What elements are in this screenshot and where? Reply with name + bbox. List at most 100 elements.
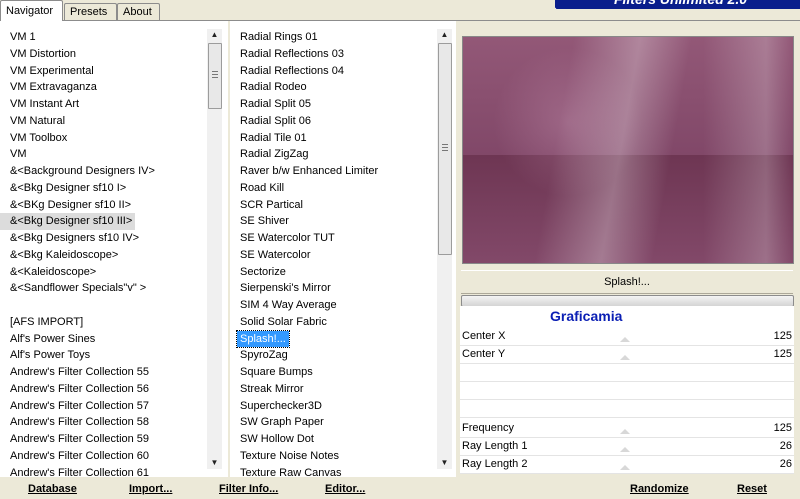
list-item[interactable]: Radial Rodeo [230, 79, 436, 96]
list-item[interactable]: VM Distortion [0, 46, 208, 63]
list-item[interactable]: Alf's Power Sines [0, 331, 208, 348]
list-item[interactable]: VM Instant Art [0, 96, 208, 113]
param-row [460, 399, 794, 418]
list-item[interactable]: Radial Reflections 03 [230, 46, 436, 63]
param-row[interactable]: Center X 125 [460, 327, 794, 346]
list-item[interactable]: Andrew's Filter Collection 56 [0, 381, 208, 398]
param-value: 125 [773, 330, 792, 342]
category-panel: VM 1 VM Distortion VM Experimental VM Extra… [0, 21, 228, 477]
list-item[interactable]: SIM 4 Way Average [230, 297, 436, 314]
list-item[interactable]: VM Experimental [0, 63, 208, 80]
scroll-up-icon[interactable]: ▲ [207, 29, 222, 41]
list-item[interactable]: &<Kaleidoscope> [0, 264, 208, 281]
tab-navigator[interactable]: Navigator [0, 0, 63, 21]
param-value: 125 [773, 348, 792, 360]
category-list[interactable]: VM 1 VM Distortion VM Experimental VM Extra… [0, 29, 208, 477]
list-item-selected[interactable]: &<Bkg Designer sf10 III> [0, 213, 136, 230]
list-item[interactable]: Andrew's Filter Collection 55 [0, 364, 208, 381]
list-item[interactable]: Road Kill [230, 180, 436, 197]
tab-presets[interactable]: Presets [64, 3, 117, 20]
list-item[interactable]: &<Background Designers IV> [0, 163, 208, 180]
list-item[interactable]: &<Bkg Kaleidoscope> [0, 247, 208, 264]
list-item[interactable]: VM [0, 146, 208, 163]
param-value: 26 [779, 458, 792, 470]
scroll-up-icon[interactable]: ▲ [437, 29, 452, 41]
list-item[interactable]: SCR Partical [230, 197, 436, 214]
param-row[interactable]: Frequency 125 [460, 419, 794, 438]
list-item[interactable]: Andrew's Filter Collection 60 [0, 448, 208, 465]
reset-button[interactable]: Reset [737, 483, 767, 495]
list-item[interactable]: Sierpenski's Mirror [230, 280, 436, 297]
list-item[interactable]: Radial Split 06 [230, 113, 436, 130]
param-row[interactable]: Ray Length 2 26 [460, 455, 794, 474]
list-item[interactable]: Alf's Power Toys [0, 347, 208, 364]
list-item[interactable]: VM Natural [0, 113, 208, 130]
list-item[interactable]: Radial Tile 01 [230, 130, 436, 147]
param-value: 26 [779, 440, 792, 452]
list-item[interactable] [0, 297, 208, 314]
list-item[interactable]: Solid Solar Fabric [230, 314, 436, 331]
list-item[interactable]: SE Watercolor TUT [230, 230, 436, 247]
list-item[interactable]: SW Hollow Dot [230, 431, 436, 448]
list-item[interactable]: Texture Raw Canvas [230, 465, 436, 478]
list-item[interactable]: Superchecker3D [230, 398, 436, 415]
list-item[interactable]: Texture Noise Notes [230, 448, 436, 465]
list-item[interactable]: Radial ZigZag [230, 146, 436, 163]
list-item[interactable]: [AFS IMPORT] [0, 314, 208, 331]
list-item[interactable]: Andrew's Filter Collection 57 [0, 398, 208, 415]
list-item[interactable]: Andrew's Filter Collection 58 [0, 414, 208, 431]
filter-info-button[interactable]: Filter Info... [219, 483, 278, 495]
param-label: Center X [462, 330, 506, 342]
author-logo: Graficamia [550, 308, 623, 324]
scroll-down-icon[interactable]: ▼ [207, 457, 222, 469]
param-label: Center Y [462, 348, 506, 360]
list-item[interactable]: VM 1 [0, 29, 208, 46]
list-item[interactable]: Radial Reflections 04 [230, 63, 436, 80]
preview-image[interactable] [462, 36, 794, 264]
slider-thumb-icon[interactable] [620, 447, 630, 452]
editor-button[interactable]: Editor... [325, 483, 365, 495]
slider-thumb-icon[interactable] [620, 337, 630, 342]
list-item[interactable]: Radial Rings 01 [230, 29, 436, 46]
import-button[interactable]: Import... [129, 483, 172, 495]
list-item[interactable]: Raver b/w Enhanced Limiter [230, 163, 436, 180]
list-item[interactable]: Andrew's Filter Collection 59 [0, 431, 208, 448]
filter-scrollbar[interactable]: ▲ ▼ [437, 29, 452, 469]
list-item[interactable]: SW Graph Paper [230, 414, 436, 431]
randomize-button[interactable]: Randomize [630, 483, 689, 495]
param-row [460, 381, 794, 400]
filter-list[interactable]: Radial Rings 01 Radial Reflections 03 Radi… [230, 29, 436, 477]
brand-title: Filters Unlimited 2.0 [555, 0, 800, 9]
list-item[interactable]: &<Bkg Designer sf10 I> [0, 180, 208, 197]
scroll-thumb[interactable] [208, 43, 222, 109]
list-item[interactable]: Sectorize [230, 264, 436, 281]
list-item[interactable]: SE Shiver [230, 213, 436, 230]
list-item[interactable]: VM Extravaganza [0, 79, 208, 96]
list-item[interactable]: VM Toolbox [0, 130, 208, 147]
current-filter-label: Splash!... [461, 270, 793, 294]
slider-thumb-icon[interactable] [620, 429, 630, 434]
list-item[interactable]: SE Watercolor [230, 247, 436, 264]
list-item[interactable]: Square Bumps [230, 364, 436, 381]
bottom-toolbar: Database Import... Filter Info... Editor… [0, 477, 800, 499]
param-row[interactable]: Ray Length 1 26 [460, 437, 794, 456]
list-item[interactable]: SpyroZag [230, 347, 436, 364]
list-item[interactable]: Streak Mirror [230, 381, 436, 398]
database-button[interactable]: Database [28, 483, 77, 495]
tab-about[interactable]: About [117, 3, 160, 20]
parameter-panel: Graficamia Center X 125 Center Y 125 Frequen… [460, 306, 794, 474]
list-item[interactable]: &<BKg Designer sf10 II> [0, 197, 208, 214]
param-row[interactable]: Center Y 125 [460, 345, 794, 364]
filter-panel: Radial Rings 01 Radial Reflections 03 Radi… [230, 21, 456, 477]
scroll-down-icon[interactable]: ▼ [437, 457, 452, 469]
list-item[interactable]: Radial Split 05 [230, 96, 436, 113]
scroll-thumb[interactable] [438, 43, 452, 255]
list-item[interactable]: Andrew's Filter Collection 61 [0, 465, 208, 478]
list-item-selected[interactable]: Splash!... [236, 329, 290, 349]
list-item[interactable]: &<Bkg Designers sf10 IV> [0, 230, 208, 247]
slider-thumb-icon[interactable] [620, 465, 630, 470]
list-item[interactable]: &<Sandflower Specials"v" > [0, 280, 208, 297]
slider-thumb-icon[interactable] [620, 355, 630, 360]
param-value: 125 [773, 422, 792, 434]
category-scrollbar[interactable]: ▲ ▼ [207, 29, 222, 469]
